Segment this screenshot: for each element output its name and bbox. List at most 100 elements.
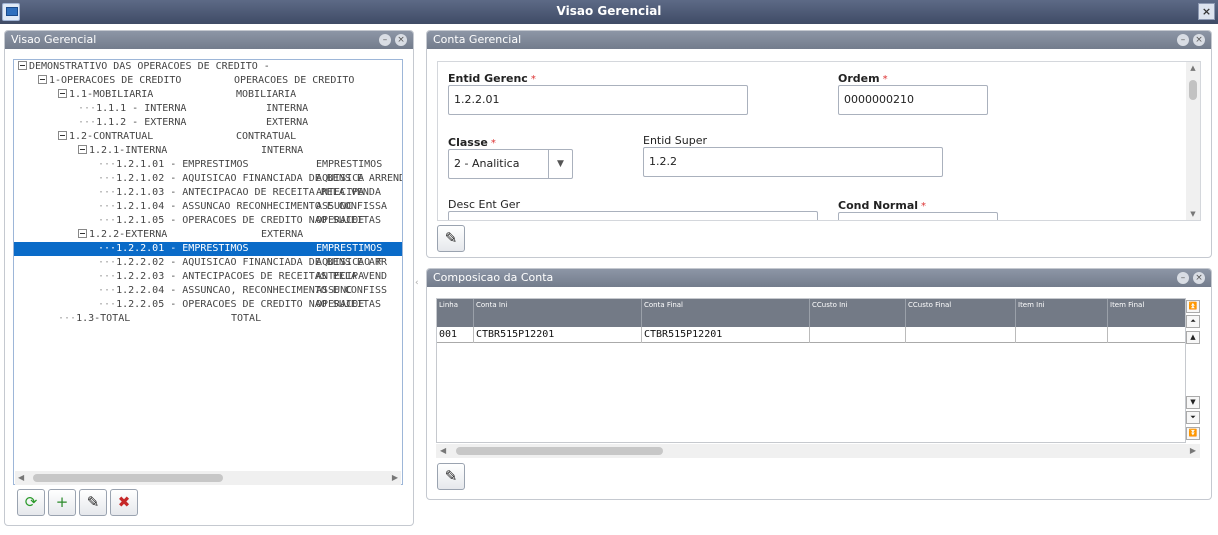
grid-column-header[interactable]: CCusto Ini [810, 299, 906, 327]
tree-connector-icon: ··· [98, 299, 117, 310]
first-record-icon[interactable]: ⏫ [1186, 300, 1200, 313]
tree-node-label: DEMONSTRATIVO DAS OPERACOES DE CREDITO - [29, 61, 270, 72]
grid-column-header[interactable]: Item Final [1108, 299, 1185, 327]
tree-node[interactable]: ···1.1.1 - INTERNA INTERNA [14, 102, 402, 116]
visao-gerencial-panel: Visao Gerencial – × DEMONSTRATIVO DAS OP… [4, 30, 414, 526]
collapse-icon[interactable] [58, 131, 67, 140]
refresh-button[interactable]: ⟳ [17, 489, 45, 516]
grid-column-header[interactable]: Conta Ini [474, 299, 642, 327]
tree-node[interactable]: ···1.2.2.02 - AQUISICAO FINANCIADA DE BE… [14, 256, 402, 270]
tree-node-description: CONTRATUAL [236, 131, 297, 142]
tree-node[interactable]: 1.2.1-INTERNA INTERNA [14, 144, 402, 158]
composicao-grid[interactable]: Linha Conta Ini Conta Final CCusto Ini CCust… [436, 298, 1186, 443]
tree-node[interactable]: ···1.2.1.02 - AQUISICAO FINANCIADA DE BE… [14, 172, 402, 186]
collapse-icon[interactable] [78, 145, 87, 154]
edit-icon: ✎ [444, 467, 458, 485]
grid-column-header[interactable]: Linha [437, 299, 474, 327]
entid-super-label: Entid Super [643, 134, 707, 147]
tree-node[interactable]: ···1.2.2.05 - OPERACOES DE CREDITO NAO S… [14, 298, 402, 312]
close-icon[interactable]: × [1193, 272, 1205, 284]
last-record-icon[interactable]: ⏬ [1186, 427, 1200, 440]
ordem-label: Ordem * [838, 72, 888, 85]
tree-node-description: ANTECIPA [316, 271, 365, 282]
edit-button[interactable]: ✎ [79, 489, 107, 516]
tree-node[interactable]: 1.1-MOBILIARIA MOBILIARIA [14, 88, 402, 102]
tree-node[interactable]: ···1.3-TOTAL TOTAL [14, 312, 402, 326]
scroll-thumb[interactable] [456, 447, 663, 455]
chevron-down-icon[interactable]: ▼ [548, 150, 572, 178]
tree-node[interactable]: 1.2-CONTRATUAL CONTRATUAL [14, 130, 402, 144]
cond-normal-select[interactable] [838, 212, 998, 220]
tree-node[interactable]: 1.2.2-EXTERNA EXTERNA [14, 228, 402, 242]
classe-select[interactable]: 2 - Analitica ▼ [448, 149, 573, 179]
scroll-up-icon[interactable]: ▲ [1186, 331, 1200, 344]
scroll-left-icon[interactable]: ◀ [440, 446, 446, 455]
collapse-icon[interactable] [78, 229, 87, 238]
grid-header: Linha Conta Ini Conta Final CCusto Ini CCust… [437, 299, 1185, 327]
edit-composicao-button[interactable]: ✎ [437, 463, 465, 490]
table-row[interactable]: 001 CTBR515P12201 CTBR515P12201 [437, 327, 1185, 343]
table-cell: 001 [437, 327, 474, 343]
tree-node[interactable]: ···1.2.1.01 - EMPRESTIMOS EMPRESTIMOS [14, 158, 402, 172]
panel-header: Visao Gerencial – × [5, 31, 413, 49]
desc-ent-ger-field[interactable] [448, 211, 818, 220]
tree-connector-icon: ··· [98, 159, 117, 170]
page-up-icon[interactable]: ⏶ [1186, 315, 1200, 328]
tree-node[interactable]: ···1.2.2.03 - ANTECIPACOES DE RECEITAS P… [14, 270, 402, 284]
grid-column-header[interactable]: Conta Final [642, 299, 810, 327]
scroll-right-icon[interactable]: ▶ [1190, 446, 1196, 455]
scroll-down-icon[interactable]: ▼ [1186, 396, 1200, 409]
entid-gerenc-field[interactable]: 1.2.2.01 [448, 85, 748, 115]
edit-icon: ✎ [86, 493, 100, 511]
tree-node-description: OPERACOES DE CREDITO [234, 75, 355, 86]
close-icon[interactable]: × [395, 34, 407, 46]
tree-node-label: 1.2.1-INTERNA [89, 145, 168, 156]
scroll-down-icon[interactable]: ▼ [1186, 210, 1200, 218]
grid-column-header[interactable]: Item Ini [1016, 299, 1108, 327]
scroll-left-icon[interactable]: ◀ [18, 473, 24, 482]
minimize-icon[interactable]: – [379, 34, 391, 46]
tree-node[interactable]: ···1.2.2.01 - EMPRESTIMOS EMPRESTIMOS [14, 242, 402, 256]
tree-node[interactable]: DEMONSTRATIVO DAS OPERACOES DE CREDITO - [14, 60, 402, 74]
scroll-up-icon[interactable]: ▲ [1186, 64, 1200, 72]
minimize-icon[interactable]: – [1177, 34, 1189, 46]
collapse-icon[interactable] [38, 75, 47, 84]
tree-node[interactable]: ···1.2.2.04 - ASSUNCAO, RECONHECIMENTO E… [14, 284, 402, 298]
panel-title: Visao Gerencial [11, 33, 97, 46]
close-icon[interactable]: × [1193, 34, 1205, 46]
ordem-field[interactable]: 0000000210 [838, 85, 988, 115]
tree-node-label: 1.2.1.01 - EMPRESTIMOS [116, 159, 249, 170]
scroll-thumb[interactable] [33, 474, 223, 482]
form-area: Entid Gerenc * 1.2.2.01 Ordem * 0000000210… [437, 61, 1201, 221]
tree-connector-icon: ··· [58, 313, 77, 324]
page-down-icon[interactable]: ⏷ [1186, 411, 1200, 424]
add-button[interactable]: + [48, 489, 76, 516]
delete-button[interactable]: ✖ [110, 489, 138, 516]
entid-super-field[interactable]: 1.2.2 [643, 147, 943, 177]
collapse-icon[interactable] [58, 89, 67, 98]
tree-node[interactable]: ···1.2.1.03 - ANTECIPACAO DE RECEITA PEL… [14, 186, 402, 200]
minimize-icon[interactable]: – [1177, 272, 1189, 284]
table-cell [1108, 327, 1185, 343]
window-close-button[interactable]: × [1198, 3, 1215, 20]
tree-node-description: EXTERNA [261, 229, 304, 240]
scroll-right-icon[interactable]: ▶ [392, 473, 398, 482]
collapse-icon[interactable] [18, 61, 27, 70]
tree-node-description: ASSUNC [316, 285, 353, 296]
table-cell [810, 327, 906, 343]
tree-node[interactable]: ···1.2.1.05 - OPERACOES DE CREDITO NAO S… [14, 214, 402, 228]
tree-horizontal-scrollbar[interactable]: ◀ ▶ [15, 471, 401, 485]
tree-node[interactable]: 1-OPERACOES DE CREDITO OPERACOES DE CREDI… [14, 74, 402, 88]
tree-node-label: 1.2-CONTRATUAL [69, 131, 154, 142]
splitter-handle[interactable]: ‹ [415, 278, 419, 288]
form-vertical-scrollbar[interactable]: ▲ ▼ [1186, 62, 1200, 220]
tree-node-label: 1.1.1 - INTERNA [96, 103, 187, 114]
edit-conta-button[interactable]: ✎ [437, 225, 465, 252]
account-tree[interactable]: DEMONSTRATIVO DAS OPERACOES DE CREDITO -… [13, 59, 403, 485]
tree-connector-icon: ··· [78, 103, 97, 114]
scroll-thumb[interactable] [1189, 80, 1197, 100]
tree-node[interactable]: ···1.2.1.04 - ASSUNCAO RECONHECIMENTO E … [14, 200, 402, 214]
grid-column-header[interactable]: CCusto Final [906, 299, 1016, 327]
grid-horizontal-scrollbar[interactable]: ◀ ▶ [436, 444, 1200, 458]
tree-node[interactable]: ···1.1.2 - EXTERNA EXTERNA [14, 116, 402, 130]
